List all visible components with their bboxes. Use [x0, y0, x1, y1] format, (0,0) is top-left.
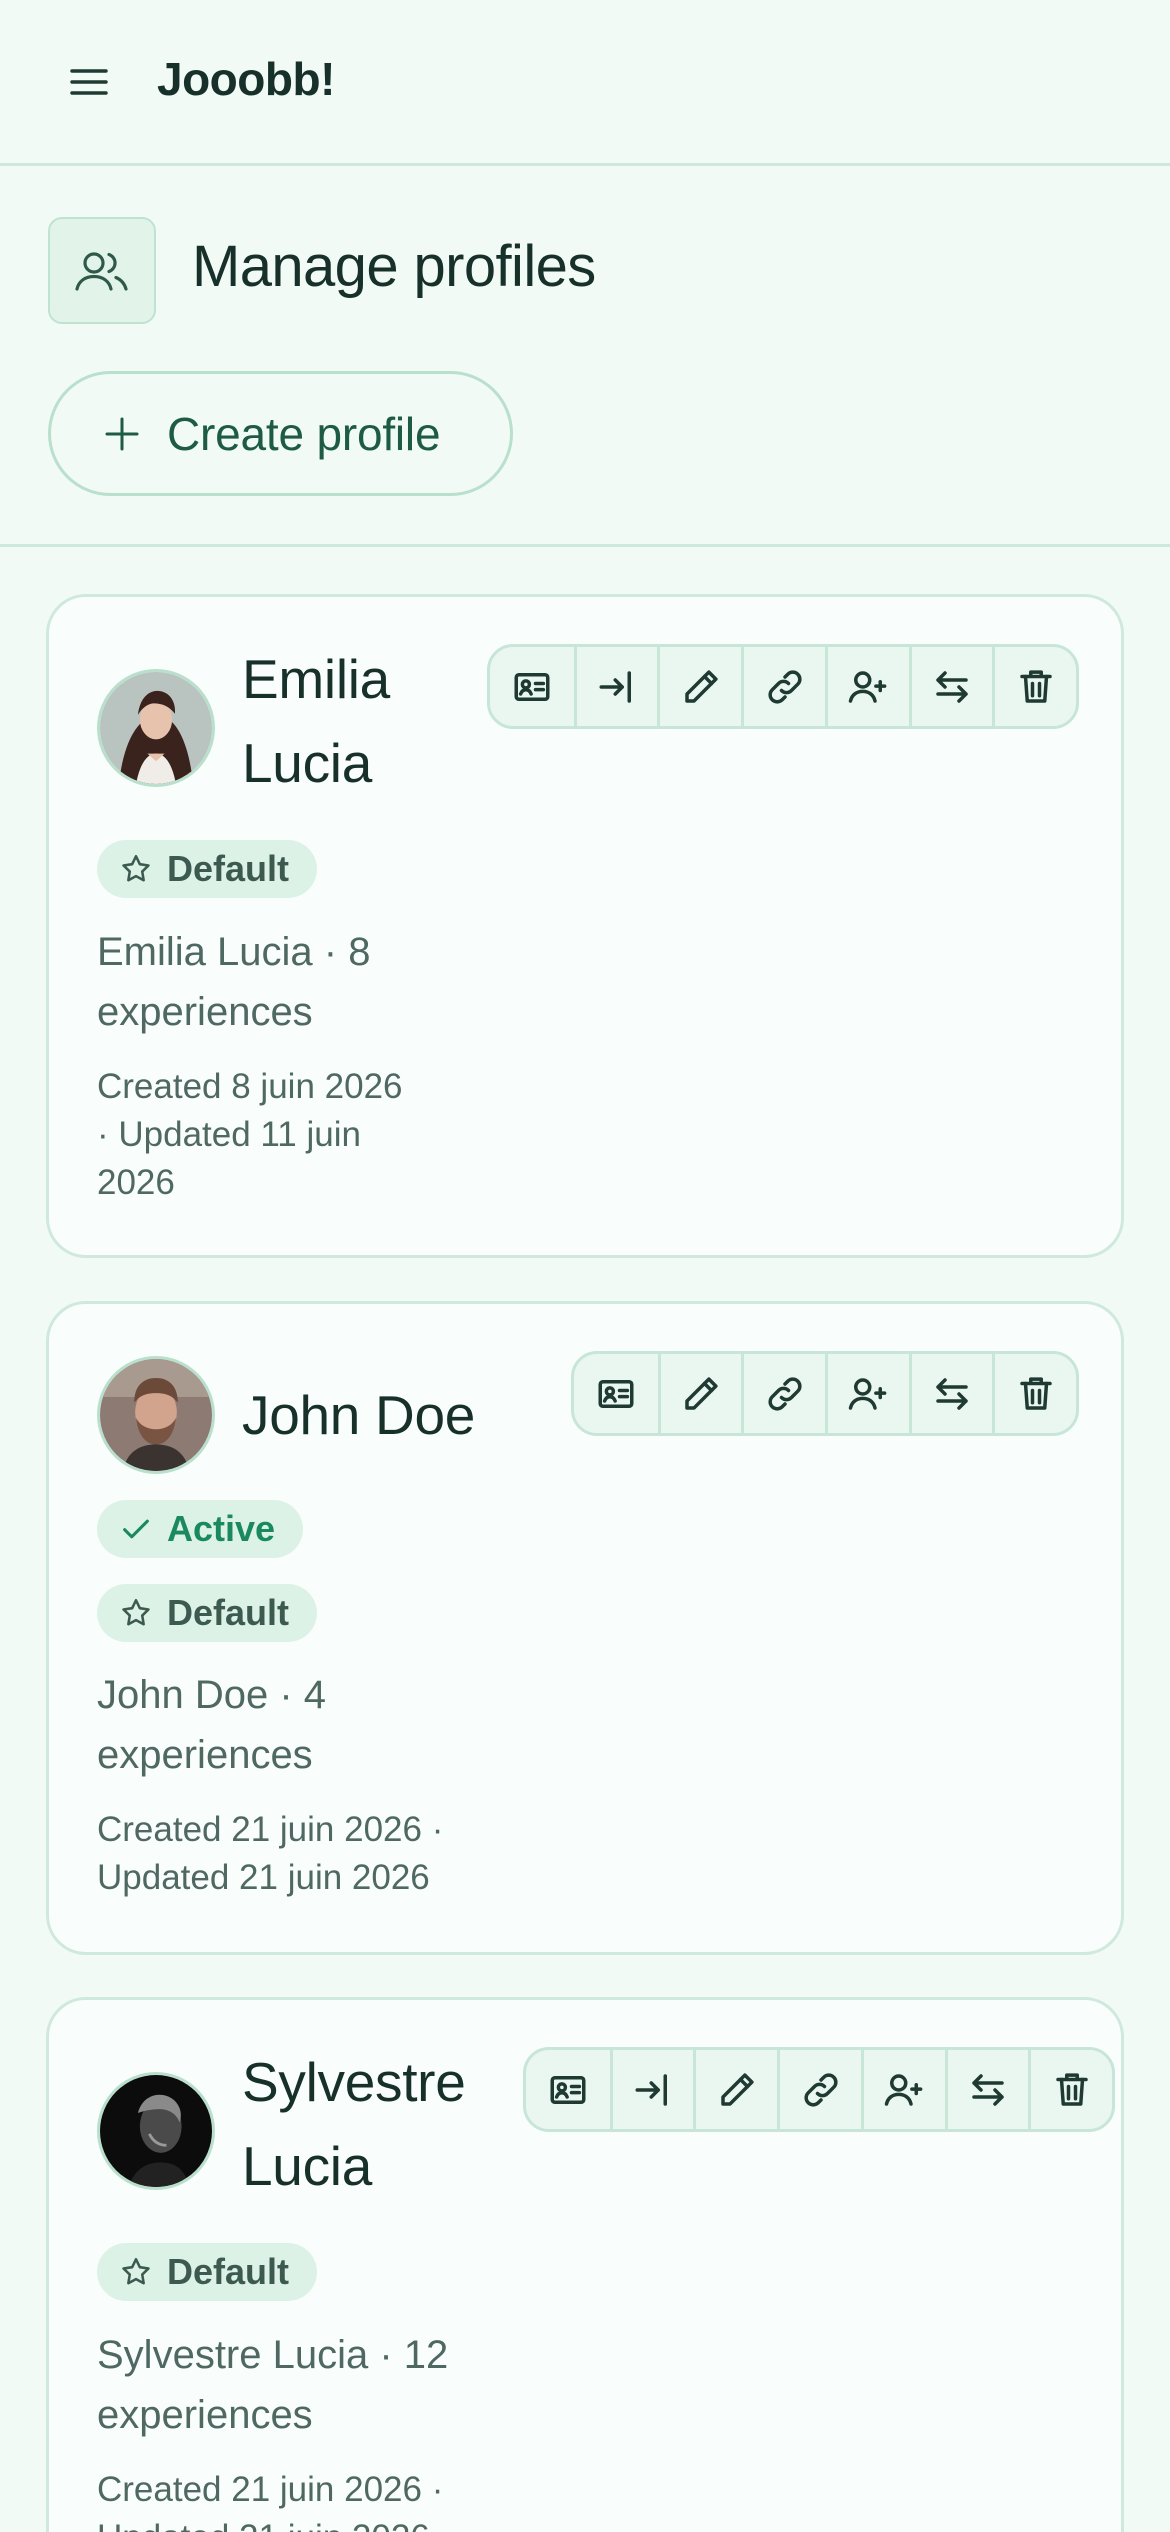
- id-card-icon: [550, 2075, 586, 2104]
- pencil-icon: [721, 2072, 754, 2106]
- profile-name: Sylvestre Lucia: [242, 2051, 466, 2197]
- create-profile-button[interactable]: Create profile: [48, 371, 513, 496]
- pencil-icon: [685, 669, 718, 703]
- app-header: Jooobb!: [0, 0, 1170, 166]
- active-badge: Active: [97, 1500, 304, 1558]
- transfer-button[interactable]: [908, 647, 993, 726]
- login-icon: [635, 2073, 668, 2106]
- plus-icon: [105, 417, 139, 450]
- profile-actions: [523, 2047, 1115, 2132]
- profile-dates: Created 21 juin 2026 · Updated 21 juin 2…: [97, 2470, 444, 2532]
- link-icon: [803, 2072, 838, 2107]
- star-icon: [122, 854, 150, 882]
- swap-icon: [936, 1377, 968, 1410]
- invite-user-button[interactable]: [824, 647, 909, 726]
- create-profile-label: Create profile: [167, 407, 441, 460]
- edit-profile-button[interactable]: [693, 2050, 777, 2129]
- user-plus-icon: [848, 670, 887, 703]
- invite-user-button[interactable]: [860, 2050, 945, 2129]
- default-badge: Default: [97, 1584, 318, 1642]
- page-heading-section: Manage profiles Create profile: [0, 169, 1170, 547]
- edit-profile-button[interactable]: [657, 1354, 742, 1433]
- profile-card-john-doe: John Doe Active Default John Doe · 4 exp…: [46, 1301, 1124, 1955]
- check-icon: [123, 1519, 149, 1539]
- delete-profile-button[interactable]: [1028, 2050, 1112, 2129]
- page-title: Manage profiles: [192, 234, 596, 299]
- link-icon: [768, 1376, 802, 1411]
- delete-profile-button[interactable]: [992, 1354, 1076, 1433]
- delete-profile-button[interactable]: [992, 647, 1076, 726]
- share-link-button[interactable]: [777, 2050, 861, 2129]
- avatar-photo: [100, 1359, 212, 1471]
- swap-icon: [972, 2073, 1004, 2106]
- profile-dates: Created 21 juin 2026 · Updated 21 juin 2…: [97, 1810, 444, 1897]
- avatar-photo: [100, 2075, 212, 2187]
- avatar[interactable]: [97, 669, 215, 787]
- link-icon: [767, 669, 802, 704]
- profile-name: Emilia Lucia: [242, 648, 390, 794]
- profile-dates: Created 8 juin 2026 · Updated 11 juin 20…: [97, 1067, 403, 1202]
- avatar-photo: [100, 672, 212, 784]
- trash-icon: [1055, 2072, 1088, 2106]
- id-card-icon: [598, 1379, 634, 1408]
- profile-actions: [487, 644, 1079, 729]
- swap-icon: [936, 670, 968, 703]
- hamburger-icon: [70, 69, 108, 95]
- share-link-button[interactable]: [741, 647, 825, 726]
- view-profile-button[interactable]: [490, 647, 574, 726]
- transfer-button[interactable]: [908, 1354, 993, 1433]
- user-plus-icon: [884, 2073, 923, 2106]
- default-badge: Default: [97, 2243, 318, 2301]
- menu-button[interactable]: [66, 62, 112, 102]
- transfer-button[interactable]: [944, 2050, 1029, 2129]
- id-card-icon: [514, 672, 550, 701]
- star-icon: [122, 1598, 150, 1626]
- profile-card-emilia-lucia: Emilia Lucia Default Emilia Lucia · 8 ex…: [46, 594, 1124, 1258]
- view-profile-button[interactable]: [574, 1354, 658, 1433]
- profile-summary: John Doe · 4 experiences: [97, 1673, 327, 1777]
- brand-logo[interactable]: Jooobb!: [157, 52, 335, 106]
- profile-summary: Emilia Lucia · 8 experiences: [97, 930, 371, 1034]
- profile-name: John Doe: [242, 1384, 476, 1446]
- pencil-icon: [685, 1376, 718, 1410]
- profile-actions: [571, 1351, 1079, 1436]
- users-icon: [75, 251, 128, 291]
- login-icon: [599, 670, 632, 703]
- avatar[interactable]: [97, 1356, 215, 1474]
- users-icon-box: [48, 217, 156, 324]
- invite-user-button[interactable]: [825, 1354, 909, 1433]
- profile-summary: Sylvestre Lucia · 12 experiences: [97, 2333, 449, 2437]
- switch-to-profile-button[interactable]: [609, 2050, 694, 2129]
- avatar[interactable]: [97, 2072, 215, 2190]
- trash-icon: [1019, 1376, 1052, 1410]
- default-badge: Default: [97, 840, 318, 898]
- share-link-button[interactable]: [741, 1354, 825, 1433]
- star-icon: [122, 2257, 150, 2285]
- user-plus-icon: [849, 1377, 887, 1410]
- switch-to-profile-button[interactable]: [573, 647, 658, 726]
- view-profile-button[interactable]: [526, 2050, 610, 2129]
- edit-profile-button[interactable]: [657, 647, 741, 726]
- profile-card-sylvestre-lucia: Sylvestre Lucia Default Sylvestre Lucia …: [46, 1997, 1124, 2532]
- trash-icon: [1019, 669, 1052, 703]
